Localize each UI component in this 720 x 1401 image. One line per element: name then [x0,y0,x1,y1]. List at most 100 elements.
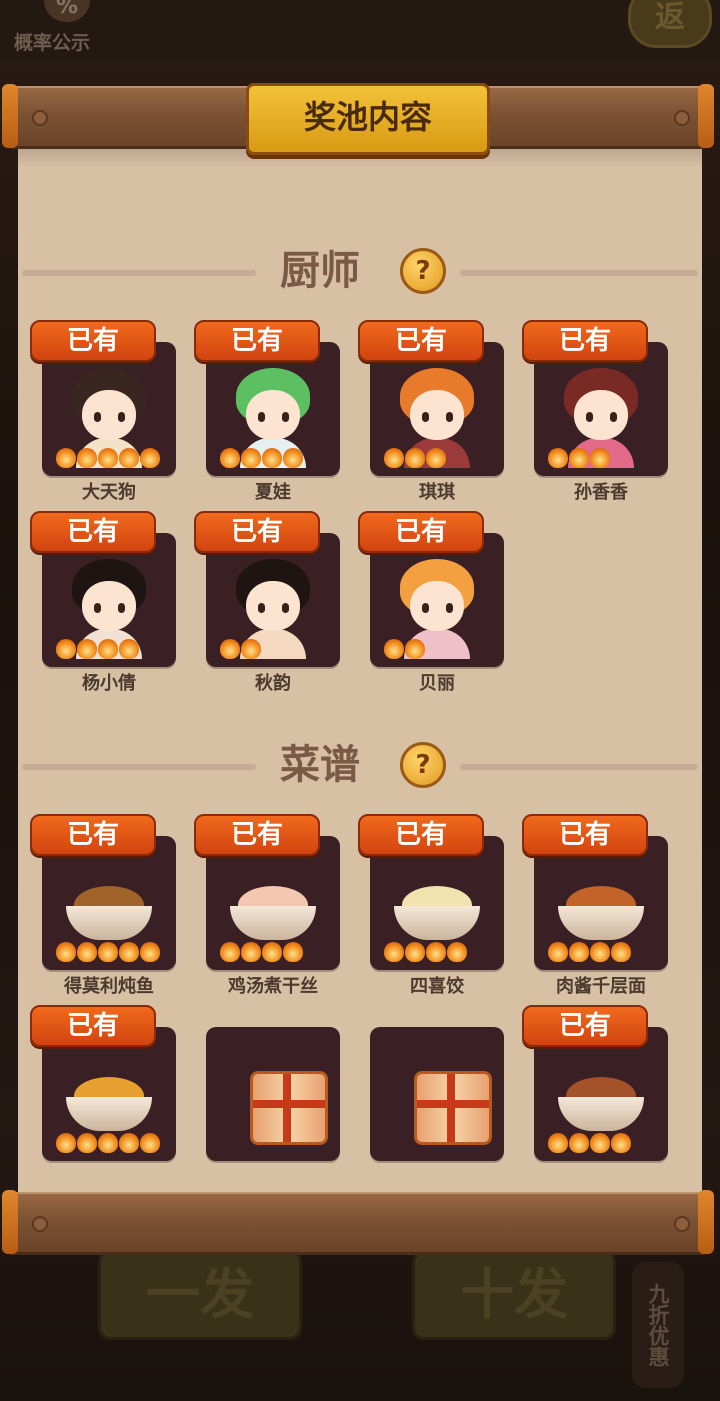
recipe-card[interactable] [206,1027,340,1161]
flame-icon [405,942,425,962]
flame-icon [220,448,240,468]
flame-icon [569,448,589,468]
chef-face [246,390,300,440]
rarity-flames [220,942,303,962]
recipe-card-frame [42,836,176,970]
chef-card-frame [534,342,668,476]
dish-plate [558,1097,644,1131]
recipe-help-icon[interactable]: ? [400,742,446,788]
recipe-section-title: 菜谱 [280,742,360,788]
chef-portrait [548,356,654,468]
ten-draw-button[interactable]: 十发 [412,1250,616,1340]
discount-badge: 九折优惠 [632,1262,684,1388]
owned-badge: 已有 [522,320,648,362]
owned-badge: 已有 [194,320,320,362]
recipe-name: 四喜饺 [410,976,464,997]
recipe-card[interactable]: 已有 [30,1005,176,1161]
flame-icon [241,639,261,659]
nail-icon [674,110,690,126]
chef-card-frame [206,342,340,476]
rarity-flames [384,448,446,468]
flame-icon [241,942,261,962]
flame-icon [220,639,240,659]
gift-box [414,1071,492,1145]
chef-help-icon[interactable]: ? [400,248,446,294]
owned-badge: 已有 [30,1005,156,1047]
chef-face [410,390,464,440]
eye [446,603,453,613]
flame-icon [140,942,160,962]
recipe-card[interactable] [370,1027,504,1161]
flame-icon [611,1133,631,1153]
flame-icon [77,1133,97,1153]
flame-icon [283,448,303,468]
flame-icon [56,1133,76,1153]
chef-card-frame [42,342,176,476]
dish-image [220,850,326,956]
chef-card-frame [42,533,176,667]
recipe-name: 肉酱千层面 [556,976,646,997]
chef-card[interactable]: 已有 夏娃 [194,320,340,503]
nail-icon [32,1216,48,1232]
rarity-flames [220,448,303,468]
dish-image [548,1041,654,1147]
gift-box [250,1071,328,1145]
flame-icon [384,639,404,659]
eye [118,412,125,422]
chef-card[interactable]: 已有杨小倩 [30,511,176,694]
probability-label: 概率公示 [14,32,91,54]
recipe-card[interactable]: 已有 得莫利炖鱼 [30,814,176,997]
recipe-card-frame [370,836,504,970]
recipe-card-frame [370,1027,504,1161]
chef-face [246,581,300,631]
chef-card[interactable]: 已有 琪琪 [358,320,504,503]
recipe-card[interactable]: 已有 鸡汤煮干丝 [194,814,340,997]
percent-icon: % [44,0,90,22]
recipe-card[interactable]: 已有肉酱千层面 [522,814,668,997]
recipe-card-frame [534,836,668,970]
owned-badge: 已有 [194,814,320,856]
eye [118,603,125,613]
flame-icon [98,639,118,659]
recipe-card-frame [42,1027,176,1161]
dish-image [548,850,654,956]
flame-icon [569,1133,589,1153]
eye [258,603,265,613]
chef-face [574,390,628,440]
chef-card[interactable]: 已有 大天狗 [30,320,176,503]
rarity-flames [56,448,160,468]
flame-icon [119,942,139,962]
owned-badge: 已有 [30,511,156,553]
eye [258,412,265,422]
flame-icon [56,448,76,468]
eye [94,412,101,422]
chef-card[interactable]: 已有 秋韵 [194,511,340,694]
flame-icon [262,448,282,468]
back-button[interactable]: 返 [628,0,712,48]
panel-title: 奖池内容 [246,83,490,155]
owned-badge: 已有 [522,814,648,856]
flame-icon [548,448,568,468]
rarity-flames [384,639,425,659]
flame-icon [447,942,467,962]
chef-card[interactable]: 已有孙香香 [522,320,668,503]
single-draw-button[interactable]: 一发 [98,1250,302,1340]
recipe-card[interactable]: 已有 四喜饺 [358,814,504,997]
recipe-card[interactable]: 已有 [522,1005,668,1161]
flame-icon [548,942,568,962]
rarity-flames [56,942,160,962]
divider-left [22,764,256,770]
chef-card-frame [370,342,504,476]
flame-icon [426,942,446,962]
probability-button[interactable]: % 概率公示 [12,0,112,56]
chef-card[interactable]: 已有 贝丽 [358,511,504,694]
flame-icon [140,448,160,468]
dish-plate [230,906,316,940]
rarity-flames [548,942,631,962]
eye [282,412,289,422]
chef-name: 孙香香 [574,482,628,503]
flame-icon [384,448,404,468]
chef-portrait [56,547,162,659]
chef-name: 杨小倩 [82,673,136,694]
mystery-gift-icon [384,1041,492,1147]
